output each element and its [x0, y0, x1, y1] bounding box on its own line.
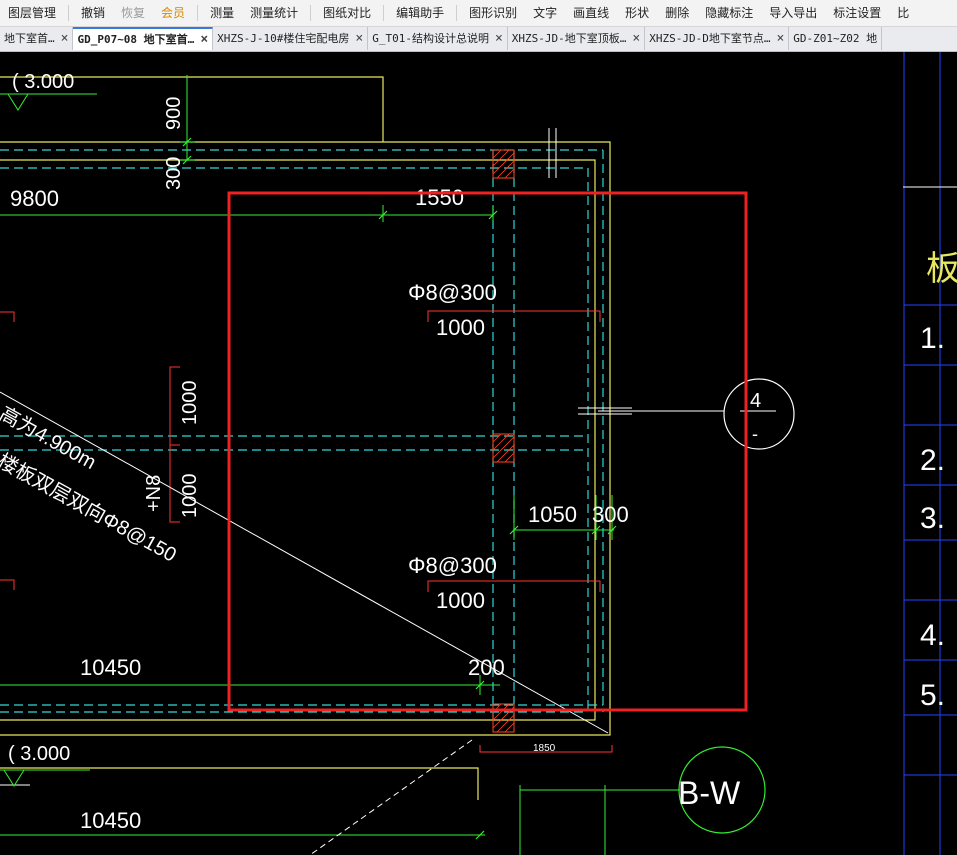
close-icon[interactable]: × — [776, 27, 784, 50]
selection-highlight-box[interactable] — [227, 191, 748, 712]
tab-label: GD_P07~08 地下室首… — [77, 33, 195, 46]
toolbar-button-8[interactable]: 图形识别 — [461, 0, 525, 26]
dim-1000-a-text: 1000 — [179, 381, 201, 426]
toolbar-button-10[interactable]: 画直线 — [565, 0, 617, 26]
table-row-number: 1. — [920, 322, 945, 355]
dim-1050-text: 1050 — [528, 502, 577, 527]
drawing-texts: ( 3.000 900 300 9800 1550 Φ8@300 1000 10… — [0, 71, 957, 833]
drawing-tab-2[interactable]: XHZS-J-10#楼住宅配电房 × — [213, 27, 369, 50]
dim-10450-a-text: 10450 — [80, 655, 141, 680]
toolbar-button-7[interactable]: 编辑助手 — [388, 0, 452, 26]
toolbar-button-6[interactable]: 图纸对比 — [315, 0, 379, 26]
elevation-top-text: ( 3.000 — [12, 71, 74, 93]
tab-label: XHZS-JD-地下室顶板… — [511, 32, 627, 45]
dim-1550-text: 1550 — [415, 185, 464, 210]
toolbar-button-3[interactable]: 会员 — [153, 0, 193, 26]
rebar-bottom-text: Φ8@300 — [408, 553, 497, 578]
toolbar-separator — [68, 5, 70, 21]
cad-canvas[interactable]: ( 3.000 900 300 9800 1550 Φ8@300 1000 10… — [0, 52, 957, 855]
drawing-tab-5[interactable]: XHZS-JD-D地下室节点… × — [645, 27, 790, 50]
dim-200-text: 200 — [468, 655, 505, 680]
tab-label: GD-Z01~Z02 地 — [793, 32, 878, 45]
toolbar-button-1[interactable]: 撤销 — [73, 0, 113, 26]
tab-label: G_T01-结构设计总说明 — [372, 32, 489, 45]
dim-10450-b-text: 10450 — [80, 808, 141, 833]
toolbar-button-11[interactable]: 形状 — [617, 0, 657, 26]
dim-1000-b-text: 1000 — [179, 474, 201, 519]
hatched-columns — [492, 149, 515, 733]
dimension-ticks — [182, 137, 617, 840]
toolbar-button-9[interactable]: 文字 — [525, 0, 565, 26]
toolbar-button-2[interactable]: 恢复 — [113, 0, 153, 26]
rebar-n8-text: +N8 — [143, 475, 165, 512]
close-icon[interactable]: × — [61, 27, 69, 50]
drawing-tab-4[interactable]: XHZS-JD-地下室顶板… × — [508, 27, 646, 50]
toolbar-separator — [310, 5, 312, 21]
toolbar-button-13[interactable]: 隐藏标注 — [697, 0, 761, 26]
cyan-dashed-lines — [0, 149, 604, 720]
table-rows: 1. 2. 3. 4. 5. — [920, 322, 945, 712]
axis-label-text: B-W — [678, 775, 741, 811]
dim-1850-text: 1850 — [533, 743, 556, 754]
drawing-tab-6[interactable]: GD-Z01~Z02 地 — [789, 27, 883, 50]
toolbar-separator — [197, 5, 199, 21]
white-lines — [0, 128, 776, 855]
table-row-number: 5. — [920, 679, 945, 712]
toolbar-separator — [456, 5, 458, 21]
table-header-text: 板 — [926, 250, 957, 288]
close-icon[interactable]: × — [495, 27, 503, 50]
rebar-top-text: Φ8@300 — [408, 280, 497, 305]
tab-label: XHZS-JD-D地下室节点… — [649, 32, 771, 45]
rebar-bottom-length-text: 1000 — [436, 588, 485, 613]
table-row-number: 2. — [920, 444, 945, 477]
toolbar-button-14[interactable]: 导入导出 — [761, 0, 825, 26]
dim-300-left-text: 300 — [163, 157, 185, 190]
dim-300-right-text: 300 — [592, 502, 629, 527]
main-toolbar: 图层管理 撤销 恢复 会员 测量 测量统计 图纸对比 编辑助手 图形识别 文字 画直线 形状 删除 隐藏标… — [0, 0, 957, 27]
toolbar-button-0[interactable]: 图层管理 — [0, 0, 64, 26]
tab-label: XHZS-J-10#楼住宅配电房 — [217, 32, 350, 45]
tab-label: 地下室首… — [4, 32, 55, 45]
toolbar-button-15[interactable]: 标注设置 — [825, 0, 889, 26]
rebar-top-length-text: 1000 — [436, 315, 485, 340]
toolbar-button-16[interactable]: 比 — [889, 0, 917, 26]
table-row-number: 3. — [920, 502, 945, 535]
toolbar-separator — [383, 5, 385, 21]
toolbar-button-5[interactable]: 测量统计 — [242, 0, 306, 26]
drawing-tab-1[interactable]: GD_P07~08 地下室首… × — [73, 27, 214, 51]
cad-drawing[interactable]: ( 3.000 900 300 9800 1550 Φ8@300 1000 10… — [0, 52, 957, 855]
drawing-tab-0[interactable]: 地下室首… × — [0, 27, 74, 50]
drawing-tab-3[interactable]: G_T01-结构设计总说明 × — [368, 27, 508, 50]
dim-900-text: 900 — [163, 97, 185, 130]
detail-number-text: 4 — [750, 390, 761, 412]
close-icon[interactable]: × — [632, 27, 640, 50]
red-rebar-lines — [0, 310, 613, 753]
toolbar-button-4[interactable]: 测量 — [202, 0, 242, 26]
elevation-bottom-text: ( 3.000 — [8, 743, 70, 765]
detail-sheet-text: - — [752, 424, 758, 444]
close-icon[interactable]: × — [200, 28, 208, 51]
table-row-number: 4. — [920, 619, 945, 652]
toolbar-button-12[interactable]: 删除 — [657, 0, 697, 26]
dim-9800-text: 9800 — [10, 186, 59, 211]
yellow-outline-lines — [0, 76, 611, 800]
close-icon[interactable]: × — [355, 27, 363, 50]
drawing-tab-bar: 地下室首… × GD_P07~08 地下室首… × XHZS-J-10#楼住宅配电房 × G… — [0, 27, 957, 52]
